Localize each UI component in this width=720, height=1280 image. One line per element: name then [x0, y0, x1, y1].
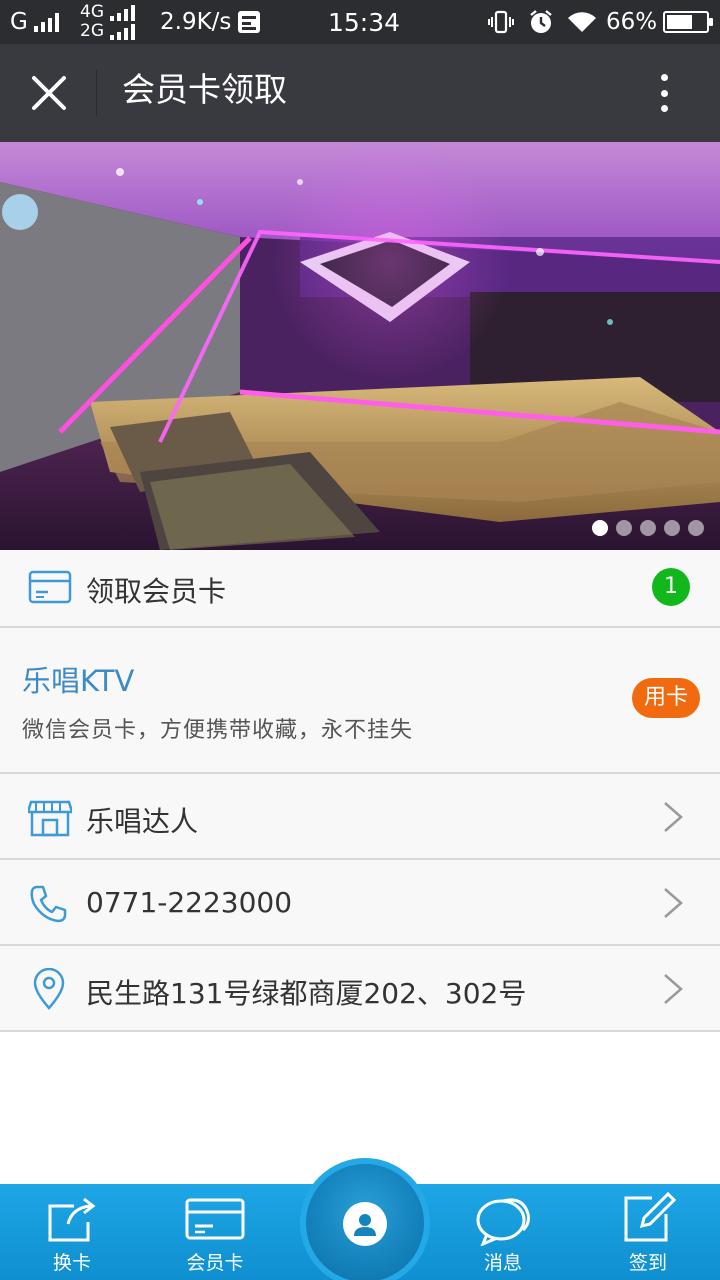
ktv-room-photo [0, 142, 720, 550]
network-type-2g: 2G [80, 21, 104, 41]
carousel-dot[interactable] [664, 520, 680, 536]
location-pin-icon [33, 968, 65, 1010]
vibrate-icon [488, 10, 514, 34]
status-icons: 66% [488, 0, 714, 44]
carousel-dot[interactable] [640, 520, 656, 536]
checkin-edit-icon [624, 1191, 676, 1242]
card-name: 乐唱KTV [22, 664, 135, 698]
network-speed: 2.9K/s [160, 0, 261, 44]
nav-checkin-label: 签到 [628, 1252, 667, 1274]
nav-switch-card[interactable]: 换卡 [12, 1184, 132, 1280]
signal-2: 4G 2G [80, 0, 135, 44]
chevron-right-icon [664, 974, 683, 1004]
address-row[interactable]: 民生路131号绿都商厦202、302号 [0, 946, 720, 1032]
store-icon [28, 800, 72, 837]
receive-card-label: 领取会员卡 [86, 575, 227, 608]
nav-checkin[interactable]: 签到 [588, 1184, 708, 1280]
signal-bars-icon [110, 23, 135, 40]
phone-number: 0771-2223000 [86, 886, 293, 919]
nav-member-card[interactable]: 会员卡 [155, 1184, 275, 1280]
alarm-icon [530, 10, 552, 33]
count-badge: 1 [652, 568, 690, 606]
use-card-button[interactable]: 用卡 [632, 678, 700, 718]
wifi-icon [568, 12, 596, 33]
network-type-4g: 4G [80, 2, 104, 22]
title-bar: 会员卡领取 [0, 44, 720, 142]
banner-carousel[interactable] [0, 142, 720, 550]
nav-member-card-label: 会员卡 [186, 1252, 244, 1274]
battery-icon [663, 11, 714, 33]
title-divider [96, 70, 97, 116]
chevron-right-icon [664, 888, 683, 918]
signal-bars-icon [110, 4, 135, 21]
battery-level [667, 15, 693, 29]
network-type-1: G [10, 9, 28, 35]
carousel-dot[interactable] [688, 520, 704, 536]
nav-messages-label: 消息 [483, 1252, 522, 1274]
card-icon [28, 570, 72, 604]
more-menu-icon[interactable] [640, 68, 688, 118]
user-icon [343, 1202, 387, 1246]
network-speed-text: 2.9K/s [160, 9, 232, 35]
signal-bars-icon [33, 12, 59, 32]
screen: G 4G 2G 2.9K/s 15:34 66% 会员卡领取 领取会员卡 1 乐… [0, 0, 720, 1280]
status-bar: G 4G 2G 2.9K/s 15:34 66% [0, 0, 720, 44]
address-text: 民生路131号绿都商厦202、302号 [86, 977, 527, 1010]
profile-center-button[interactable] [300, 1158, 430, 1280]
page-title: 会员卡领取 [122, 70, 287, 109]
switch-card-icon [48, 1197, 96, 1242]
nav-messages[interactable]: 消息 [443, 1184, 563, 1280]
battery-percent: 66% [606, 9, 658, 35]
store-name: 乐唱达人 [86, 805, 199, 838]
store-row[interactable]: 乐唱达人 [0, 774, 720, 860]
member-card-icon [185, 1198, 245, 1240]
chevron-right-icon [664, 802, 683, 832]
message-bubble-icon [476, 1198, 530, 1246]
card-info-row: 乐唱KTV 微信会员卡，方便携带收藏，永不挂失 用卡 [0, 628, 720, 774]
carousel-indicator [592, 520, 704, 536]
clock: 15:34 [328, 7, 401, 37]
phone-icon [30, 885, 67, 923]
close-icon[interactable] [22, 66, 76, 120]
card-description: 微信会员卡，方便携带收藏，永不挂失 [22, 718, 414, 743]
notification-app-icon [238, 11, 261, 33]
nav-switch-label: 换卡 [52, 1252, 91, 1274]
receive-card-row[interactable]: 领取会员卡 1 [0, 550, 720, 628]
carousel-dot[interactable] [616, 520, 632, 536]
carousel-dot[interactable] [592, 520, 608, 536]
signal-1: G [10, 0, 59, 44]
phone-row[interactable]: 0771-2223000 [0, 860, 720, 946]
